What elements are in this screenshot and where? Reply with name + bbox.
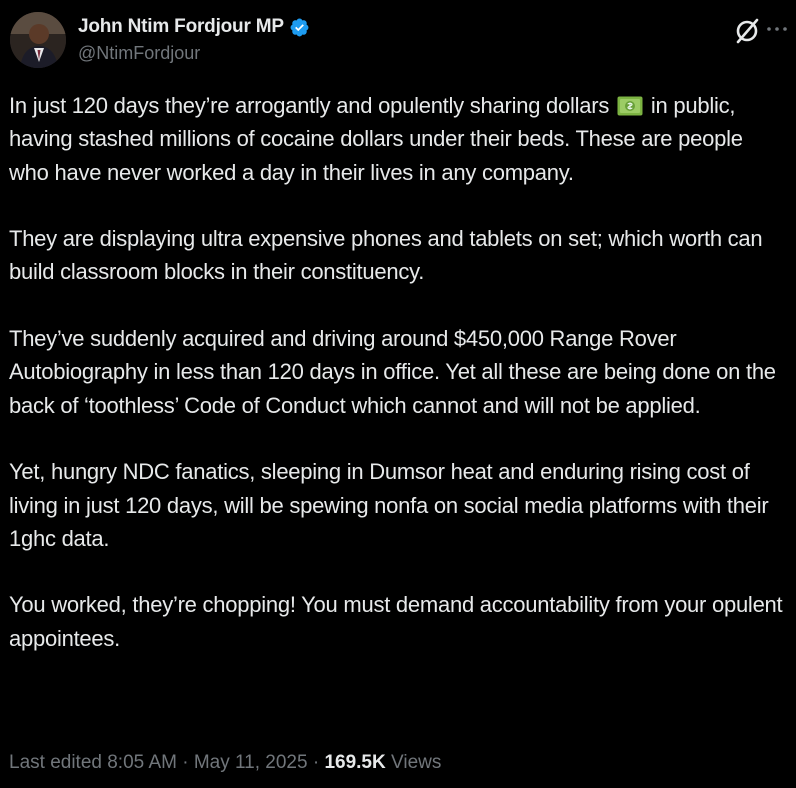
tweet-paragraph-1: In just 120 days they’re arrogantly and … [9,89,785,189]
more-options-icon[interactable] [766,22,788,36]
tweet-paragraph-5: You worked, they’re chopping! You must d… [9,592,783,651]
author-names: John Ntim Fordjour MP @NtimFordjour [78,14,310,64]
dollar-banknote-emoji [617,96,643,116]
tweet-paragraph-4: Yet, hungry NDC fanatics, sleeping in Du… [9,459,769,551]
tweet: John Ntim Fordjour MP @NtimFordjour In j… [0,0,796,788]
tweet-meta: Last edited 8:05 AM · May 11, 2025 · 169… [9,752,441,774]
edited-timestamp[interactable]: Last edited 8:05 AM · May 11, 2025 · [9,752,319,773]
tweet-paragraph-3: They’ve suddenly acquired and driving ar… [9,326,776,418]
views-count: 169.5K [324,752,386,773]
verified-badge-icon [290,18,309,36]
tweet-header: John Ntim Fordjour MP @NtimFordjour [10,12,788,70]
handle[interactable]: @NtimFordjour [78,43,310,64]
views-label: Views [391,752,442,773]
display-name-row: John Ntim Fordjour MP [78,14,310,40]
avatar[interactable] [10,12,66,68]
tweet-paragraph-1-start: In just 120 days they’re arrogantly and … [9,93,610,118]
tweet-paragraph-2: They are displaying ultra expensive phon… [9,226,763,285]
grok-slash-icon[interactable] [732,16,762,46]
tweet-body: In just 120 days they’re arrogantly and … [9,89,785,655]
display-name[interactable]: John Ntim Fordjour MP [78,16,284,38]
